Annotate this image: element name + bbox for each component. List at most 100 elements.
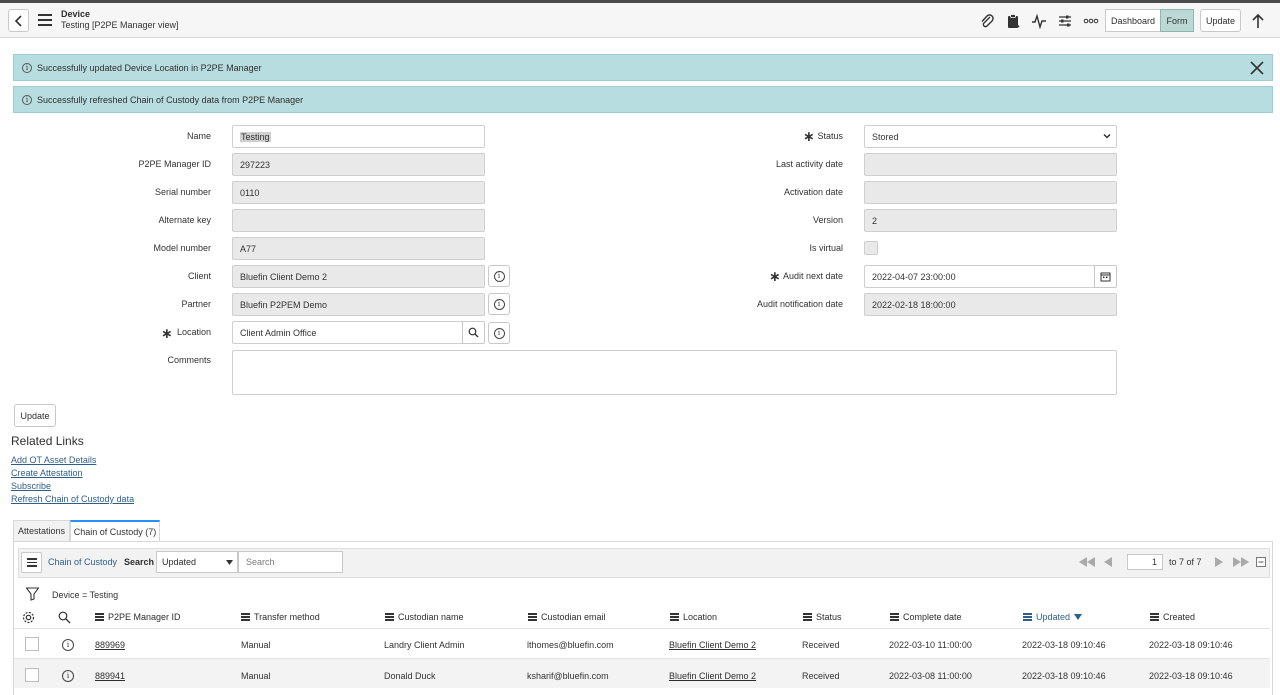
name-field[interactable]: Testing [232, 125, 485, 148]
model-number-field: A77 [232, 237, 485, 260]
form-toggle[interactable]: Form [1160, 9, 1194, 32]
audit-next-date-field[interactable]: 2022-04-07 23:00:00 [864, 265, 1095, 288]
activation-date-field [864, 181, 1117, 204]
required-marker: ∗ [161, 325, 173, 341]
arrow-up-icon[interactable] [1249, 12, 1267, 30]
comments-label: Comments [167, 355, 211, 365]
audit-notification-date-label: Audit notification date [756, 299, 843, 309]
sort-descending-icon [1074, 614, 1083, 620]
filter-breadcrumb[interactable]: Device = Testing [52, 590, 118, 600]
column-header-custodian-email[interactable]: Custodian email [528, 612, 606, 622]
cell-location[interactable]: Bluefin Client Demo 2 [669, 640, 756, 650]
search-field-select[interactable]: Updated [156, 551, 238, 573]
version-label: Version [812, 215, 843, 225]
info-icon[interactable]: i [62, 670, 74, 682]
column-header-status[interactable]: Status [803, 612, 842, 622]
column-header-location[interactable]: Location [670, 612, 717, 622]
is-virtual-label: Is virtual [809, 243, 843, 253]
title-block: Device Testing [P2PE Manager view] [61, 9, 179, 31]
info-icon: i [22, 94, 32, 105]
required-marker: ∗ [769, 268, 781, 284]
cell-custodian-name: Landry Client Admin [384, 640, 465, 650]
cell-transfer-method: Manual [241, 671, 271, 681]
paperclip-icon[interactable] [978, 12, 996, 30]
sliders-icon[interactable] [1056, 12, 1074, 30]
last-activity-date-field [864, 153, 1117, 176]
location-info-button[interactable]: i [488, 322, 510, 344]
alert-text: Successfully refreshed Chain of Custody … [37, 94, 304, 105]
alert-location-updated: i Successfully updated Device Location i… [13, 54, 1273, 81]
gear-icon[interactable] [22, 611, 35, 624]
column-header-complete-date[interactable]: Complete date [890, 612, 962, 622]
column-header-custodian-name[interactable]: Custodian name [385, 612, 464, 622]
page-subtitle: Testing [P2PE Manager view] [61, 20, 179, 30]
search-input[interactable]: Search [238, 551, 343, 573]
info-icon: i [493, 327, 505, 339]
location-label: Location [176, 327, 211, 337]
is-virtual-checkbox [864, 241, 878, 255]
tab-chain-of-custody[interactable]: Chain of Custody (7) [70, 520, 160, 542]
comments-field[interactable] [232, 350, 1117, 395]
date-picker-button[interactable] [1094, 265, 1117, 288]
collapse-icon[interactable] [1256, 557, 1266, 567]
dashboard-toggle[interactable]: Dashboard [1105, 9, 1161, 32]
row-checkbox[interactable] [25, 637, 39, 651]
table-row: i 889969 Manual Landry Client Admin ltho… [14, 628, 1270, 658]
first-page-icon[interactable] [1078, 557, 1096, 567]
row-checkbox[interactable] [25, 668, 39, 682]
info-icon: i [493, 270, 505, 282]
calendar-icon [1100, 272, 1111, 282]
last-page-icon[interactable] [1232, 557, 1250, 567]
column-header-transfer-method[interactable]: Transfer method [241, 612, 320, 622]
cell-location[interactable]: Bluefin Client Demo 2 [669, 671, 756, 681]
update-button-header[interactable]: Update [1200, 9, 1241, 32]
info-icon[interactable]: i [62, 639, 74, 651]
name-label: Name [186, 131, 211, 141]
subscribe-link[interactable]: Subscribe [11, 481, 51, 491]
next-page-icon[interactable] [1214, 557, 1223, 567]
location-lookup-button[interactable] [462, 321, 485, 344]
list-title[interactable]: Chain of Custody [48, 557, 117, 567]
location-field[interactable]: Client Admin Office [232, 321, 463, 344]
previous-page-icon[interactable] [1104, 557, 1113, 567]
more-icon[interactable] [1082, 12, 1100, 30]
create-attestation-link[interactable]: Create Attestation [11, 468, 83, 478]
alternate-key-field [232, 209, 485, 232]
cell-complete-date: 2022-03-10 11:00:00 [889, 640, 972, 650]
partner-label: Partner [181, 299, 211, 309]
status-select[interactable]: Stored [864, 125, 1117, 148]
list-menu-button[interactable] [21, 552, 42, 573]
hamburger-icon[interactable] [38, 14, 52, 26]
cell-p2pe-manager-id[interactable]: 889941 [95, 671, 125, 681]
update-button[interactable]: Update [14, 404, 56, 427]
client-field: Bluefin Client Demo 2 [232, 265, 485, 288]
partner-info-button[interactable]: i [488, 293, 510, 315]
search-label: Search [124, 557, 155, 567]
cell-custodian-name: Donald Duck [384, 671, 436, 681]
tab-attestations[interactable]: Attestations [13, 520, 70, 542]
close-icon[interactable] [1250, 61, 1264, 75]
column-header-p2pe-manager-id[interactable]: P2PE Manager ID [95, 612, 181, 622]
cell-created: 2022-03-18 09:10:46 [1149, 671, 1233, 681]
column-header-created[interactable]: Created [1150, 612, 1195, 622]
clipboard-icon[interactable] [1004, 12, 1022, 30]
cell-updated: 2022-03-18 09:10:46 [1022, 640, 1106, 650]
search-field-value: Updated [162, 557, 197, 567]
column-header-updated[interactable]: Updated [1023, 612, 1083, 622]
back-button[interactable] [8, 9, 29, 32]
cell-status: Received [802, 640, 840, 650]
form-header: Device Testing [P2PE Manager view] Dashb… [0, 3, 1280, 38]
search-icon[interactable] [58, 611, 71, 624]
serial-number-field: 0110 [232, 181, 485, 204]
alert-text: Successfully updated Device Location in … [37, 62, 262, 73]
table-row: i 889941 Manual Donald Duck ksharif@blue… [14, 658, 1270, 688]
activity-icon[interactable] [1030, 12, 1048, 30]
alternate-key-label: Alternate key [158, 215, 211, 225]
page-number-input[interactable]: 1 [1127, 554, 1163, 570]
refresh-chain-of-custody-link[interactable]: Refresh Chain of Custody data [11, 494, 134, 504]
add-ot-asset-details-link[interactable]: Add OT Asset Details [11, 455, 96, 465]
client-info-button[interactable]: i [488, 265, 510, 287]
cell-p2pe-manager-id[interactable]: 889969 [95, 640, 125, 650]
filter-icon[interactable] [26, 587, 39, 601]
p2pe-manager-id-label: P2PE Manager ID [138, 159, 211, 169]
